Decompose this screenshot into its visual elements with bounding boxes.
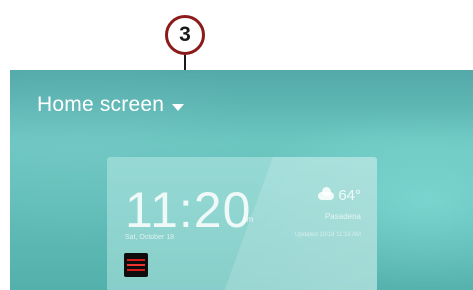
weather-updated: Updated 10/18 11:18 AM bbox=[295, 232, 361, 238]
clock-ampm: am bbox=[242, 215, 254, 224]
clock-weather-widget[interactable]: 11:20 am Sat, October 18 64° Pasadena Up… bbox=[107, 157, 377, 290]
home-screen-label: Home screen bbox=[37, 93, 165, 116]
caret-down-icon bbox=[172, 103, 185, 111]
weather-city: Pasadena bbox=[324, 212, 361, 221]
clock-time: 11:20 bbox=[125, 182, 252, 238]
callout-marker: 3 bbox=[165, 15, 205, 55]
weather-temperature: 64° bbox=[338, 187, 361, 204]
home-screen-editor: Home screen 11:20 am Sat, October 18 64°… bbox=[10, 70, 473, 290]
home-screen-dropdown[interactable]: Home screen bbox=[37, 93, 185, 117]
clock-date: Sat, October 18 bbox=[125, 234, 175, 241]
callout-number: 3 bbox=[179, 23, 191, 46]
alarm-app-icon[interactable] bbox=[124, 253, 148, 277]
weather-summary: 64° bbox=[318, 186, 361, 204]
cloud-icon bbox=[318, 186, 335, 200]
